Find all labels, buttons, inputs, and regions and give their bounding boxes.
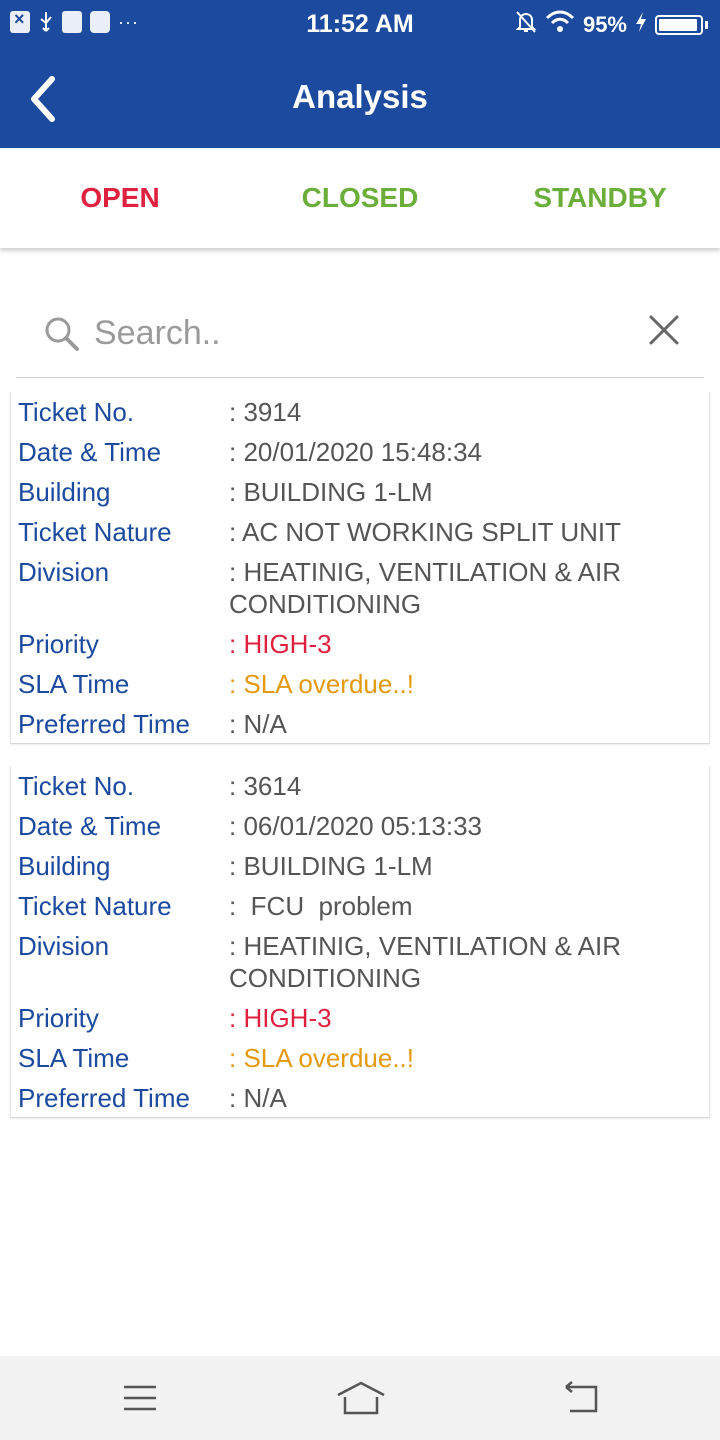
home-button[interactable] xyxy=(336,1378,386,1418)
division-label: Division xyxy=(18,931,110,961)
ticket-no-row: Ticket No. : 3614 xyxy=(11,770,709,802)
back-icon xyxy=(565,1381,598,1413)
priority-value: : HIGH-3 xyxy=(229,629,332,659)
system-nav-bar xyxy=(0,1356,720,1440)
building-label: Building xyxy=(18,477,111,507)
datetime-value: : 06/01/2020 05:13:33 xyxy=(229,811,483,841)
ticket-nature-value: : AC NOT WORKING SPLIT UNIT xyxy=(229,517,621,547)
close-icon xyxy=(649,315,679,345)
wifi-icon xyxy=(545,10,575,40)
priority-row: Priority : HIGH-3 xyxy=(11,628,709,660)
division-label: Division xyxy=(18,557,110,587)
priority-row: Priority : HIGH-3 xyxy=(11,1002,709,1034)
priority-label: Priority xyxy=(18,629,99,659)
ticket-no-value: : 3914 xyxy=(229,397,302,427)
preferred-time-label: Preferred Time xyxy=(18,709,190,739)
preferred-time-label: Preferred Time xyxy=(18,1083,190,1113)
sla-value: : SLA overdue..! xyxy=(229,1043,415,1073)
home-icon xyxy=(337,1381,385,1415)
priority-label: Priority xyxy=(18,1003,99,1033)
menu-button[interactable] xyxy=(118,1378,162,1418)
preferred-time-value: : N/A xyxy=(229,709,287,739)
search-input[interactable] xyxy=(94,308,634,358)
division-row: Division : HEATINIG, VENTILATION & AIR C… xyxy=(11,930,709,994)
building-label: Building xyxy=(18,851,111,881)
search-bar xyxy=(16,298,704,378)
bell-off-icon xyxy=(515,10,537,40)
datetime-value: : 20/01/2020 15:48:34 xyxy=(229,437,483,467)
sla-value: : SLA overdue..! xyxy=(229,669,415,699)
battery-percent: 95% xyxy=(582,12,627,37)
ticket-card[interactable]: Ticket No. : 3914 Date & Time : 20/01/20… xyxy=(10,392,710,744)
datetime-label: Date & Time xyxy=(18,437,162,467)
tab-bar: OPEN CLOSED STANDBY xyxy=(0,148,720,248)
battery-tip xyxy=(705,21,708,29)
ticket-no-label: Ticket No. xyxy=(18,771,135,801)
sla-row: SLA Time : SLA overdue..! xyxy=(11,668,709,700)
charging-bolt-icon xyxy=(635,11,647,39)
ticket-nature-row: Ticket Nature : AC NOT WORKING SPLIT UNI… xyxy=(11,516,709,548)
division-value: : HEATINIG, VENTILATION & AIR CONDITIONI… xyxy=(229,931,621,993)
datetime-label: Date & Time xyxy=(18,811,162,841)
status-bar: ··· 11:52 AM 95% xyxy=(0,0,720,50)
menu-icon xyxy=(124,1385,156,1411)
sla-row: SLA Time : SLA overdue..! xyxy=(11,1042,709,1074)
priority-value: : HIGH-3 xyxy=(229,1003,332,1033)
app-bar: Analysis xyxy=(0,50,720,148)
tab-open[interactable]: OPEN xyxy=(0,148,240,248)
ticket-no-row: Ticket No. : 3914 xyxy=(11,396,709,428)
datetime-row: Date & Time : 06/01/2020 05:13:33 xyxy=(11,810,709,842)
ticket-card[interactable]: Ticket No. : 3614 Date & Time : 06/01/20… xyxy=(10,766,710,1118)
building-row: Building : BUILDING 1-LM xyxy=(11,850,709,882)
division-value: : HEATINIG, VENTILATION & AIR CONDITIONI… xyxy=(229,557,621,619)
tab-closed[interactable]: CLOSED xyxy=(240,148,480,248)
ticket-nature-label: Ticket Nature xyxy=(18,891,172,921)
preferred-time-value: : N/A xyxy=(229,1083,287,1113)
datetime-row: Date & Time : 20/01/2020 15:48:34 xyxy=(11,436,709,468)
sla-label: SLA Time xyxy=(18,1043,130,1073)
ticket-no-value: : 3614 xyxy=(229,771,302,801)
ticket-no-label: Ticket No. xyxy=(18,397,135,427)
division-row: Division : HEATINIG, VENTILATION & AIR C… xyxy=(11,556,709,620)
ticket-nature-label: Ticket Nature xyxy=(18,517,172,547)
back-nav-button[interactable] xyxy=(558,1378,602,1418)
preferred-time-row: Preferred Time : N/A xyxy=(11,708,709,740)
building-row: Building : BUILDING 1-LM xyxy=(11,476,709,508)
sla-label: SLA Time xyxy=(18,669,130,699)
page-title: Analysis xyxy=(292,78,428,115)
clear-search-button[interactable] xyxy=(646,312,686,352)
ticket-nature-row: Ticket Nature : FCU problem xyxy=(11,890,709,922)
search-icon xyxy=(44,316,80,357)
ticket-nature-value: : FCU problem xyxy=(229,891,413,921)
tab-standby[interactable]: STANDBY xyxy=(480,148,720,248)
preferred-time-row: Preferred Time : N/A xyxy=(11,1082,709,1114)
building-value: : BUILDING 1-LM xyxy=(229,477,433,507)
battery-icon xyxy=(655,15,703,35)
system-icons: 95% xyxy=(515,10,708,40)
building-value: : BUILDING 1-LM xyxy=(229,851,433,881)
